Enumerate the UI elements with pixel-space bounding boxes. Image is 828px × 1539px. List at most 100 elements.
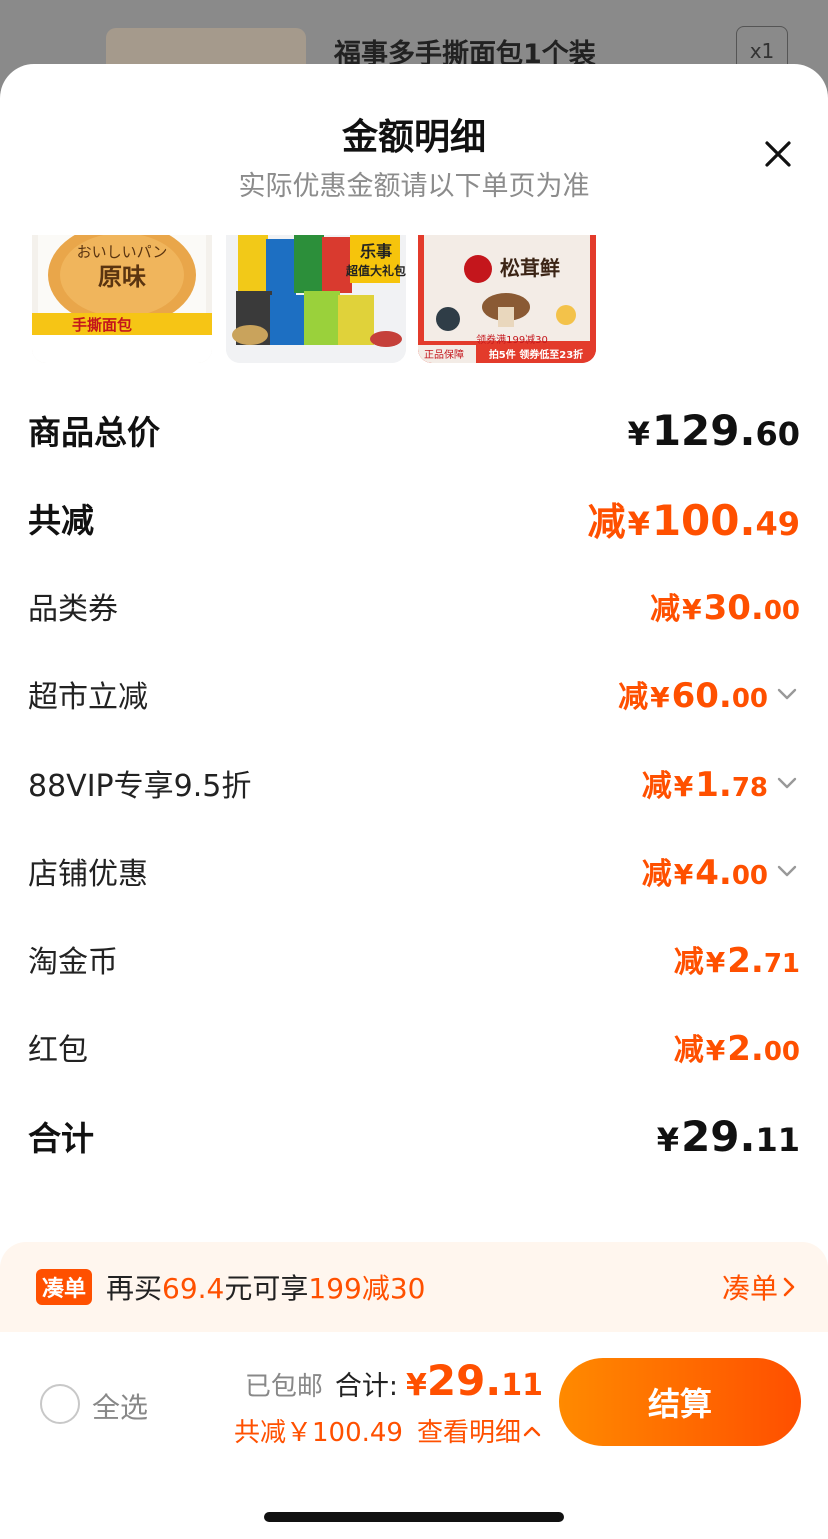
amount-row-value: 减 ¥4. 00 [642,849,800,893]
checkout-button[interactable]: 结算 [559,1358,801,1446]
amount-row-label: 超市立减 [28,680,148,715]
amount-row: 商品总价 ¥129. 60 [28,400,800,460]
reduction-text: 共减￥100.49 [234,1418,403,1448]
total-yen: ¥ [405,1368,427,1403]
amount-int: 129. [651,405,756,455]
amount-row-value: 减 ¥2. 00 [674,1025,800,1069]
amount-yen: ¥ [705,1034,726,1067]
total-label: 合计: [334,1371,398,1402]
add-on-promo-bar[interactable]: 凑单 再买69.4元可享199减30 凑单 [0,1242,828,1332]
chips-label-main: 乐事 [360,242,392,261]
amount-pre: 减 [618,680,649,715]
amount-pre: 减 [673,1033,704,1068]
close-icon[interactable] [758,134,798,174]
amount-row: 共减 减 ¥100. 49 [28,488,800,548]
chips-label-sub: 超值大礼包 [345,263,406,278]
amount-row[interactable]: 88VIP专享9.5折 减 ¥1. 78 [28,753,800,813]
amount-pre: 减 [641,769,672,804]
product-thumbnail-seasoning[interactable]: 松茸鲜 领券满199减30 正品保障 拍5件 领券低至23折 [418,235,596,363]
amount-row: 合计 ¥29. 11 [28,1106,800,1166]
amount-row: 红包 减 ¥2. 00 [28,1017,800,1077]
checkout-reduction: 共减￥100.49 查看明细 [234,1412,543,1449]
amount-row-label: 品类券 [28,592,118,627]
amount-pre: 减 [650,592,681,627]
amount-int: 1. [695,765,732,805]
seasoning-promo-1: 领券满199减30 [476,333,548,346]
seasoning-label-main: 松茸鲜 [500,256,560,280]
amount-pre: 减 [641,857,672,892]
amount-dec: 00 [731,684,768,714]
amount-row[interactable]: 超市立减 减 ¥60. 00 [28,664,800,724]
chevron-right-icon [783,1277,795,1297]
add-on-link[interactable]: 凑单 [722,1267,800,1307]
chevron-down-icon[interactable] [774,858,800,884]
amount-row: 品类券 减 ¥30. 00 [28,576,800,636]
amount-dec: 49 [755,504,800,543]
sheet-subtitle: 实际优惠金额请以下单页为准 [238,171,590,202]
amount-row-label: 店铺优惠 [28,857,148,892]
amount-yen: ¥ [656,1120,680,1159]
amount-row-label: 合计 [28,1119,94,1158]
amount-dec: 71 [763,949,800,979]
amount-yen: ¥ [682,593,702,626]
amount-row-value: 减 ¥30. 00 [650,584,800,628]
amount-detail-sheet: 金额明细 实际优惠金额请以下单页为准 おいしいパン 原味 手撕面包 乐事 超值大… [0,64,828,1539]
bread-label-main: 原味 [98,263,146,291]
amount-int: 100. [651,495,756,545]
checkout-total: 已包邮 合计: ¥ 29. 11 [245,1356,543,1405]
amount-row-value: ¥129. 60 [626,406,800,455]
amount-row-label: 88VIP专享9.5折 [28,769,252,804]
amount-yen: ¥ [627,504,650,543]
home-indicator [264,1512,564,1522]
amount-row-value: 减 ¥1. 78 [642,761,800,805]
seasoning-badge: 正品保障 [424,348,464,361]
product-thumbnails: おいしいパン 原味 手撕面包 乐事 超值大礼包 松茸鲜 领券满199减30 正品… [32,235,632,363]
product-thumbnail-chips[interactable]: 乐事 超值大礼包 [226,235,406,363]
amount-int: 30. [703,588,764,628]
amount-dec: 00 [763,596,800,626]
select-all-radio[interactable] [40,1384,80,1424]
select-all-label[interactable]: 全选 [92,1386,148,1426]
promo-text: 再买69.4元可享199减30 [106,1272,426,1305]
amount-int: 60. [671,676,732,716]
amount-row-value: ¥29. 11 [655,1112,800,1161]
checkout-bar: 全选 已包邮 合计: ¥ 29. 11 共减￥100.49 查看明细 结算 [0,1332,828,1539]
amount-row-value: 减 ¥100. 49 [588,491,800,546]
amount-int: 4. [695,853,732,893]
amount-dec: 60 [755,414,800,453]
amount-int: 2. [727,1029,764,1069]
amount-yen: ¥ [650,681,670,714]
amount-int: 29. [681,1111,756,1161]
sheet-title: 金额明细 [341,117,486,158]
bread-label-top: おいしいパン [77,243,168,261]
promo-tag: 凑单 [36,1269,93,1305]
chevron-up-icon [523,1426,541,1436]
seasoning-promo-2: 拍5件 领券低至23折 [489,348,583,361]
amount-yen: ¥ [673,858,694,891]
amount-yen: ¥ [705,946,726,979]
view-detail-link[interactable]: 查看明细 [417,1412,543,1449]
amount-row-label: 共减 [28,501,94,540]
amount-row-label: 商品总价 [28,413,160,452]
amount-row-value: 减 ¥60. 00 [618,672,800,716]
amount-row[interactable]: 店铺优惠 减 ¥4. 00 [28,841,800,901]
total-dec: 11 [501,1368,543,1403]
amount-yen: ¥ [627,414,650,453]
amount-yen: ¥ [673,770,694,803]
amount-row: 淘金币 减 ¥2. 71 [28,929,800,989]
amount-row-value: 减 ¥2. 71 [674,937,800,981]
amount-row-label: 红包 [28,1033,88,1068]
amount-pre: 减 [673,945,704,980]
free-shipping-label: 已包邮 [244,1372,323,1402]
amount-dec: 78 [731,773,768,803]
chevron-down-icon[interactable] [774,770,800,796]
total-int: 29. [426,1356,502,1405]
product-thumbnail-bread[interactable]: おいしいパン 原味 手撕面包 [32,235,212,363]
amount-dec: 00 [763,1037,800,1067]
bread-label-bottom: 手撕面包 [72,316,132,334]
amount-int: 2. [727,941,764,981]
amount-dec: 00 [731,861,768,891]
chevron-down-icon[interactable] [774,681,800,707]
amount-pre: 减 [587,499,626,544]
amount-row-label: 淘金币 [28,945,118,980]
